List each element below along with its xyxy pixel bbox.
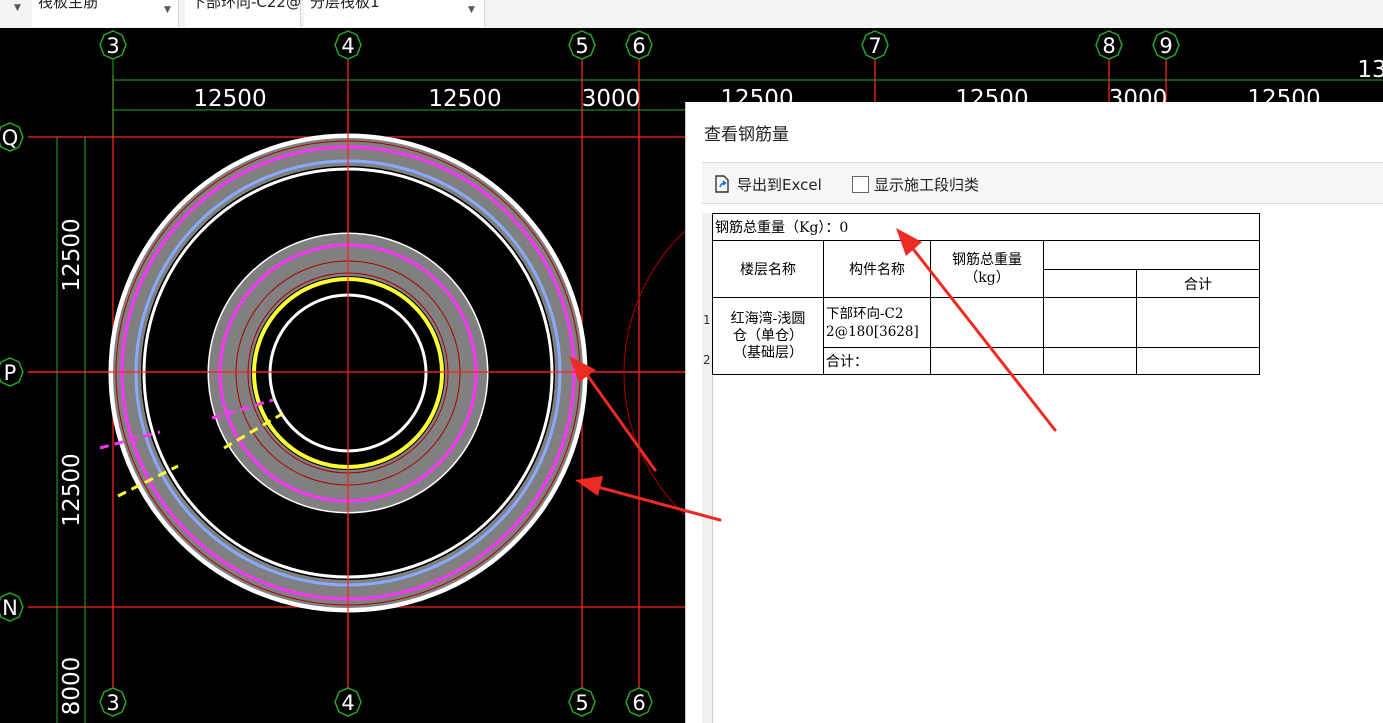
dimension-label: 12500 — [428, 86, 501, 112]
property-toolbar: ▼ 筏板主筋 ▼ 下部环向-C22@ ▼ 分层筏板1 ▼ — [0, 0, 1383, 29]
export-file-icon — [715, 175, 729, 193]
chevron-down-icon: ▼ — [164, 5, 171, 15]
axis-label: P — [4, 361, 17, 385]
component-line: 下部环向-C2 — [826, 305, 904, 322]
dimension-label: 12500 — [59, 218, 85, 291]
dropdown-arrow-icon[interactable]: ▼ — [14, 3, 21, 13]
header-group-blank[interactable] — [1043, 240, 1260, 270]
cell-subtotal-weight[interactable] — [930, 347, 1044, 375]
header-sum[interactable]: 合计 — [1136, 269, 1260, 298]
cell-subtotal-blank[interactable] — [1043, 347, 1137, 375]
cell-component-name[interactable]: 下部环向-C2 2@180[3628] — [823, 297, 931, 348]
show-stage-checkbox[interactable]: 显示施工段归类 — [852, 173, 979, 195]
axis-label: 9 — [1159, 34, 1172, 58]
row-number[interactable]: 2 — [703, 353, 711, 367]
header-sub-blank[interactable] — [1043, 269, 1137, 298]
dimension-label: 12500 — [193, 86, 266, 112]
axis-label: 3 — [106, 691, 119, 715]
axis-label: 6 — [632, 34, 645, 58]
floor-line: （基础层） — [733, 344, 803, 361]
cell-floor-name[interactable]: 红海湾-浅圆 仓（单仓） （基础层） — [712, 297, 824, 375]
cell-sum[interactable] — [1136, 297, 1260, 348]
axis-label: 5 — [575, 691, 588, 715]
cell-subtotal-label[interactable]: 合计： — [823, 347, 931, 375]
dimension-label: 12500 — [59, 453, 85, 526]
dialog-title: 查看钢筋量 — [704, 125, 789, 145]
axis-label: 4 — [341, 691, 354, 715]
rebar-quantity-table: 钢筋总重量（Kg）：0 楼层名称 构件名称 钢筋总重量 （kg） 合计 红海湾-… — [712, 213, 1260, 375]
total-weight-cell[interactable]: 钢筋总重量（Kg）：0 — [712, 213, 1260, 241]
rebar-type-combo[interactable]: 筏板主筋 ▼ — [32, 0, 179, 27]
rebar-spec-value: 下部环向-C22@ — [191, 0, 301, 11]
rebar-spec-combo[interactable]: 下部环向-C22@ — [185, 0, 301, 27]
axis-label: Q — [2, 126, 19, 150]
cell-total-weight[interactable] — [930, 297, 1044, 348]
floor-line: 仓（单仓） — [733, 327, 803, 344]
axis-label: N — [2, 596, 18, 620]
layer-value: 分层筏板1 — [310, 0, 380, 11]
cell-blank[interactable] — [1043, 297, 1137, 348]
axis-label: 7 — [868, 34, 881, 58]
dialog-toolbar: 导出到Excel 显示施工段归类 — [702, 162, 1383, 204]
export-excel-label: 导出到Excel — [737, 175, 822, 194]
axis-label: 5 — [575, 34, 588, 58]
show-stage-label: 显示施工段归类 — [874, 175, 980, 194]
header-component[interactable]: 构件名称 — [823, 240, 931, 298]
dimension-label: 13 — [1357, 57, 1383, 83]
header-total-weight-line1: 钢筋总重量 — [952, 252, 1022, 268]
rebar-type-value: 筏板主筋 — [38, 0, 99, 11]
checkbox-box[interactable] — [852, 175, 869, 193]
rebar-quantity-dialog: 查看钢筋量 导出到Excel 显示施工段归类 1 2 钢筋总重量（Kg）：0 楼… — [685, 102, 1383, 723]
axis-label: 8 — [1102, 34, 1115, 58]
dimension-label: 3000 — [582, 86, 641, 112]
row-number[interactable]: 1 — [703, 313, 711, 327]
axis-label: 3 — [106, 34, 119, 58]
component-line: 2@180[3628] — [826, 323, 919, 340]
dimension-label: 8000 — [59, 657, 85, 716]
header-total-weight-line2: （kg） — [964, 270, 1010, 286]
layer-combo[interactable]: 分层筏板1 ▼ — [304, 0, 485, 27]
axis-label: 6 — [632, 691, 645, 715]
chevron-down-icon: ▼ — [468, 5, 475, 15]
axis-label: 4 — [341, 34, 354, 58]
header-floor[interactable]: 楼层名称 — [712, 240, 824, 298]
cell-subtotal-sum[interactable] — [1136, 347, 1260, 375]
export-excel-button[interactable]: 导出到Excel — [712, 173, 822, 195]
header-total-weight[interactable]: 钢筋总重量 （kg） — [930, 240, 1044, 298]
floor-line: 红海湾-浅圆 — [730, 310, 806, 327]
